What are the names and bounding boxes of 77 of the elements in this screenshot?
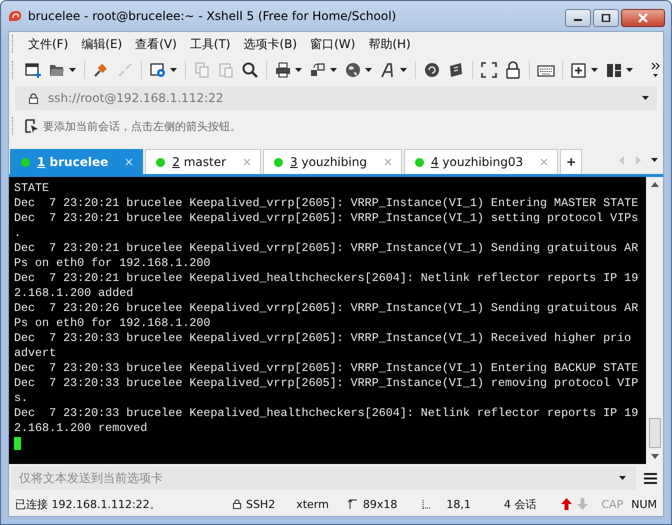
scrollbar[interactable]: [646, 177, 663, 464]
caps-lock-indicator: CAP: [601, 498, 624, 510]
terminal-line: 2.168.1.200 removed: [14, 421, 148, 436]
session-count-text: 4 会话: [504, 496, 536, 512]
menu-item[interactable]: 窗口(W): [303, 36, 362, 52]
address-field[interactable]: ssh://root@192.168.1.112:22: [15, 86, 657, 110]
cursor-position-text: 18,1: [446, 498, 471, 510]
menu-item[interactable]: 选项卡(B): [236, 36, 304, 52]
minimize-button[interactable]: [565, 9, 591, 27]
scroll-thumb[interactable]: [648, 418, 660, 448]
menu-item[interactable]: 编辑(E): [74, 36, 128, 52]
terminal-line: Dec 7 23:20:33 brucelee Keepalived_vrrp[2605]: VRRP_Instance(VI_1) removing protocol VIP: [14, 376, 640, 391]
connection-status: 已连接 192.168.1.112:22。: [15, 496, 161, 512]
dropdown-arrow-icon[interactable]: [69, 68, 76, 72]
session-tab[interactable]: 4 youzhibing03: [404, 149, 558, 174]
maximize-button[interactable]: [593, 9, 619, 27]
send-field[interactable]: 仅将文本发送到当前选项卡: [17, 470, 619, 486]
terminal-line: Dec 7 23:20:21 brucelee Keepalived_vrrp[2605]: VRRP_Instance(VI_1) setting protocol VIPs: [14, 211, 640, 226]
close-button[interactable]: [621, 9, 665, 27]
terminal-line: Dec 7 23:20:21 brucelee Keepalived_vrrp[2605]: VRRP_Instance(VI_1) Sending gratuitous AR: [14, 241, 640, 256]
tab-label: 3 youzhibing: [290, 155, 367, 169]
terminal-line: .: [14, 226, 22, 241]
terminal-line: Dec 7 23:20:21 brucelee Keepalived_vrrp[2605]: VRRP_Instance(VI_1) Entering MASTER STATE: [14, 196, 640, 211]
terminal-size-text: 89x18: [362, 498, 398, 510]
scroll-up-icon[interactable]: [650, 182, 658, 187]
tab-label: 1 brucelee: [37, 155, 108, 169]
scroll-down-icon[interactable]: [650, 454, 658, 459]
terminal-line: Dec 7 23:20:33 brucelee Keepalived_vrrp[2605]: VRRP_Instance(VI_1) Received higher prio: [14, 331, 632, 346]
window-title: brucelee - root@brucelee:~ - Xshell 5 (Free for Home/School): [28, 9, 396, 23]
fullscreen-icon[interactable]: [478, 59, 500, 81]
app-logo-icon: [7, 9, 23, 23]
terminal-line: 2.168.1.200 added: [14, 286, 134, 301]
dropdown-arrow-icon[interactable]: [400, 68, 407, 72]
hint-text: 要添加当前会话，点击左侧的箭头按钮。: [43, 118, 241, 134]
new-tab-button[interactable]: +: [560, 149, 582, 174]
dropdown-arrow-icon[interactable]: [591, 68, 598, 72]
more-icon[interactable]: [651, 62, 660, 78]
menu-item[interactable]: 帮助(H): [361, 36, 417, 52]
download-arrow-icon: [577, 498, 588, 510]
session-tab[interactable]: 2 master: [145, 149, 262, 174]
terminal-line: Dec 7 23:20:33 brucelee Keepalived_healthcheckers[2604]: Netlink reflector reports IP 19: [14, 406, 640, 421]
lock-icon: [29, 92, 38, 104]
dropdown-arrow-icon[interactable]: [295, 68, 302, 72]
lock-icon: [232, 499, 241, 509]
terminal-line: Dec 7 23:20:33 brucelee Keepalived_vrrp[2605]: VRRP_Instance(VI_1) Entering BACKUP STATE: [14, 361, 640, 376]
dropdown-arrow-icon[interactable]: [365, 68, 372, 72]
terminal-line: STATE: [14, 181, 50, 196]
terminal-line: Ps on eth0 for 192.168.1.200: [14, 256, 212, 271]
dropdown-arrow-icon[interactable]: [651, 158, 658, 162]
cursor-position-icon: [422, 500, 432, 508]
add-session-arrow-icon[interactable]: [25, 119, 39, 133]
maximize-icon: [601, 14, 611, 22]
menu-item[interactable]: 查看(V): [128, 36, 183, 52]
upload-arrow-icon: [561, 498, 572, 510]
protocol-text: SSH2: [246, 498, 276, 510]
terminal-line: Ps on eth0 for 192.168.1.200: [14, 316, 212, 331]
dropdown-arrow-icon[interactable]: [642, 96, 649, 100]
session-tab[interactable]: 3 youzhibing: [263, 149, 402, 174]
dropdown-arrow-icon[interactable]: [619, 476, 626, 480]
close-icon: [637, 13, 649, 23]
resize-icon: [348, 499, 358, 509]
dropdown-arrow-icon[interactable]: [330, 68, 337, 72]
dropdown-arrow-icon[interactable]: [626, 68, 633, 72]
terminal-type-text: xterm: [296, 498, 329, 510]
terminal-line: Dec 7 23:20:21 brucelee Keepalived_healthcheckers[2604]: Netlink reflector reports IP 19: [14, 271, 640, 286]
menu-item[interactable]: 工具(T): [182, 36, 236, 52]
send-bar[interactable]: 仅将文本发送到当前选项卡: [11, 466, 636, 490]
terminal-line: s.: [14, 391, 30, 406]
terminal-line: Dec 7 23:20:26 brucelee Keepalived_vrrp[2605]: VRRP_Instance(VI_1) Sending gratuitous AR: [14, 301, 640, 316]
menu-item[interactable]: 文件(F): [21, 36, 74, 52]
menu-icon[interactable]: [644, 472, 657, 484]
num-lock-indicator: NUM: [631, 498, 657, 510]
dropdown-arrow-icon[interactable]: [170, 68, 177, 72]
terminal-line: advert: [14, 346, 58, 361]
tab-label: 2 master: [172, 155, 226, 169]
tab-label: 4 youzhibing03: [430, 155, 524, 169]
session-tab[interactable]: 1 brucelee: [10, 149, 144, 174]
